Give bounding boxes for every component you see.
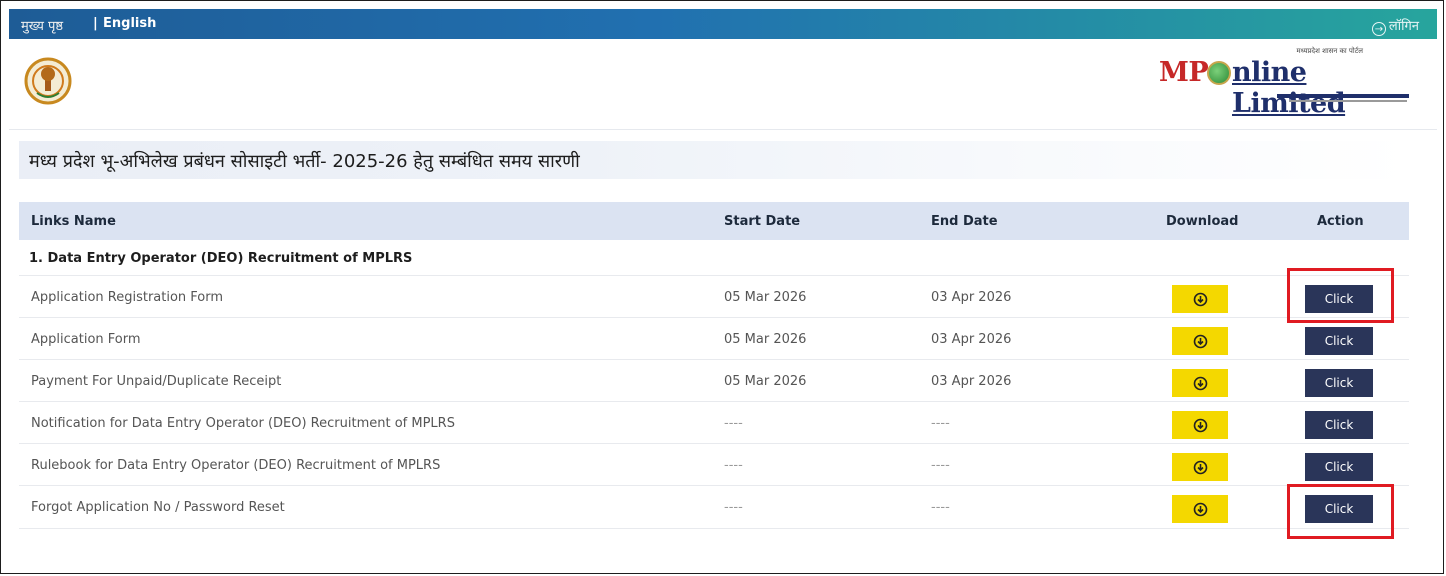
click-button[interactable]: Click [1305,411,1373,439]
section-title: 1. Data Entry Operator (DEO) Recruitment… [29,251,413,266]
table-row: Application Form 05 Mar 2026 03 Apr 2026… [19,317,1409,360]
click-button[interactable]: Click [1305,369,1373,397]
row-link-name: Notification for Data Entry Operator (DE… [31,416,455,431]
table-row: Rulebook for Data Entry Operator (DEO) R… [19,443,1409,486]
login-arrow-icon: → [1371,22,1386,36]
row-start-date: 05 Mar 2026 [724,290,807,305]
header-links-name: Links Name [31,214,116,229]
top-bar: मुख्य पृष्ठ | English → लॉगिन [9,9,1437,39]
download-circle-icon [1193,292,1207,306]
page-title-strip: मध्य प्रदेश भू-अभिलेख प्रबंधन सोसाइटी भर… [19,141,1409,179]
download-circle-icon [1193,376,1207,390]
login-label: लॉगिन [1388,19,1419,34]
row-link-name: Forgot Application No / Password Reset [31,500,285,515]
table-header-row: Links Name Start Date End Date Download … [19,202,1409,240]
click-button[interactable]: Click [1305,495,1373,523]
row-start-date: ---- [724,500,743,515]
row-end-date: 03 Apr 2026 [931,332,1012,347]
topbar-separator: | [93,16,98,31]
home-link[interactable]: मुख्य पृष्ठ [21,16,63,34]
row-end-date: ---- [931,416,950,431]
row-end-date: ---- [931,458,950,473]
login-link[interactable]: → लॉगिन [1371,16,1419,36]
row-start-date: ---- [724,416,743,431]
brand-tagline: मध्यप्रदेश शासन का पोर्टल [1296,47,1363,55]
row-link-name: Payment For Unpaid/Duplicate Receipt [31,374,282,389]
table-row: Application Registration Form 05 Mar 202… [19,275,1409,318]
download-button[interactable] [1172,369,1228,397]
download-button[interactable] [1172,285,1228,313]
row-end-date: 03 Apr 2026 [931,374,1012,389]
mp-state-emblem-icon [24,57,72,105]
download-button[interactable] [1172,453,1228,481]
click-button[interactable]: Click [1305,285,1373,313]
row-link-name: Rulebook for Data Entry Operator (DEO) R… [31,458,441,473]
language-switch-link[interactable]: English [103,16,156,31]
globe-logo-icon [1207,61,1231,85]
download-circle-icon [1193,334,1207,348]
page-frame: मुख्य पृष्ठ | English → लॉगिन मध्यप्रदेश … [0,0,1444,574]
header-end-date: End Date [931,214,998,229]
download-button[interactable] [1172,411,1228,439]
row-start-date: ---- [724,458,743,473]
row-link-name: Application Registration Form [31,290,224,305]
header-divider [9,129,1437,130]
row-start-date: 05 Mar 2026 [724,332,807,347]
header-download: Download [1166,214,1239,229]
download-button[interactable] [1172,327,1228,355]
page-title: मध्य प्रदेश भू-अभिलेख प्रबंधन सोसाइटी भर… [29,151,580,172]
row-end-date: 03 Apr 2026 [931,290,1012,305]
click-button[interactable]: Click [1305,327,1373,355]
click-button[interactable]: Click [1305,453,1373,481]
row-end-date: ---- [931,500,950,515]
brand-band [1277,94,1409,98]
brand-name-prefix: MP [1159,57,1209,88]
mponline-logo: मध्यप्रदेश शासन का पोर्टल MP nline Limit… [1159,47,1409,119]
brand-fine-line [1289,100,1407,102]
download-circle-icon [1193,502,1207,516]
section-title-row: 1. Data Entry Operator (DEO) Recruitment… [19,241,1409,275]
header-start-date: Start Date [724,214,801,229]
row-link-name: Application Form [31,332,141,347]
site-header: मध्यप्रदेश शासन का पोर्टल MP nline Limit… [9,39,1437,129]
table-row: Forgot Application No / Password Reset -… [19,485,1409,529]
brand-name-rest: nline Limited [1232,57,1346,119]
row-start-date: 05 Mar 2026 [724,374,807,389]
table-row: Payment For Unpaid/Duplicate Receipt 05 … [19,359,1409,402]
header-action: Action [1317,214,1364,229]
table-row: Notification for Data Entry Operator (DE… [19,401,1409,444]
download-button[interactable] [1172,495,1228,523]
download-circle-icon [1193,418,1207,432]
download-circle-icon [1193,460,1207,474]
